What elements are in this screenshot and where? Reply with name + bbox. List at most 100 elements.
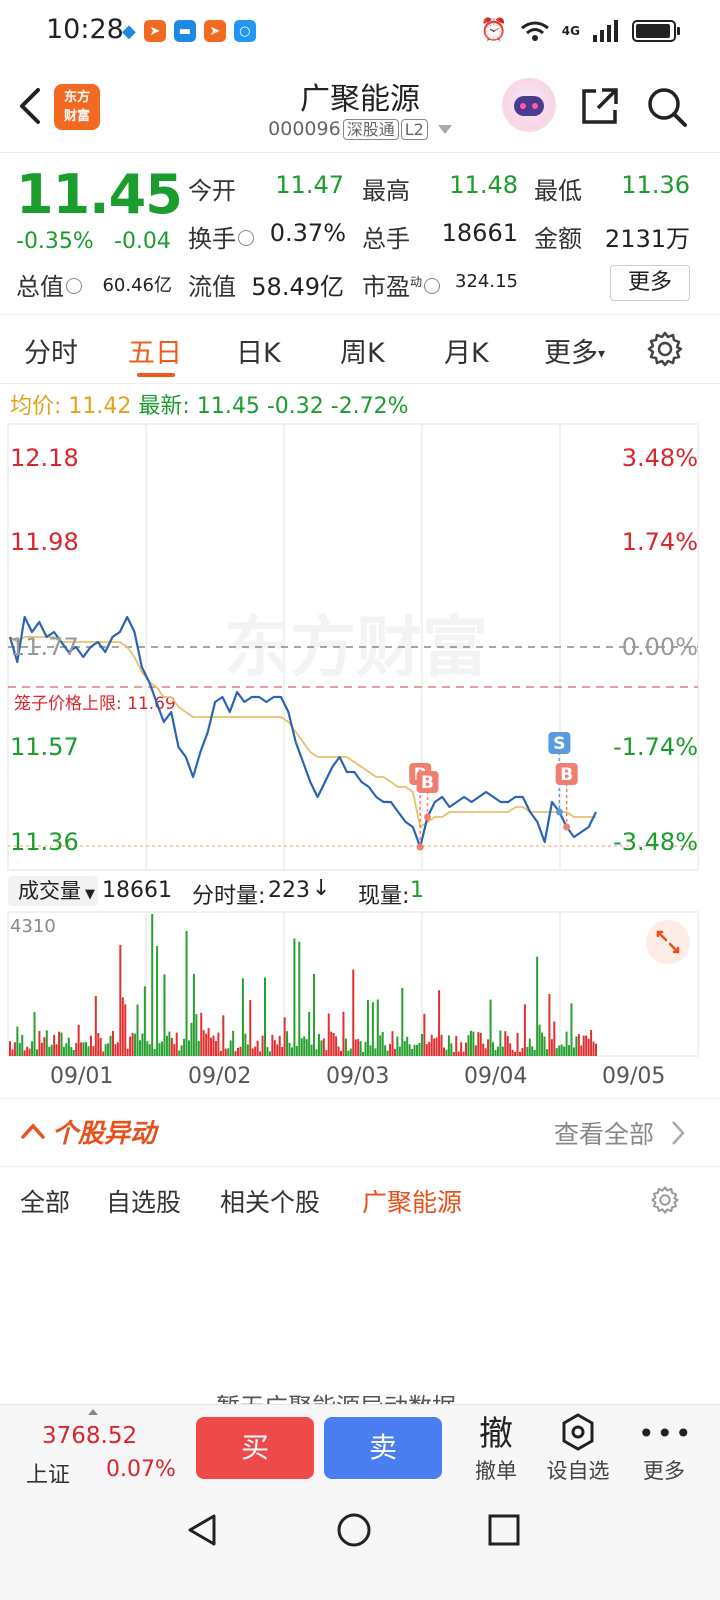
volume-max-label: 4310 <box>10 916 56 937</box>
tab-more[interactable]: 更多▾ <box>544 331 605 370</box>
pe-value: 324.15 <box>455 271 518 292</box>
info-icon <box>238 230 254 246</box>
buy-marker-label: B <box>560 765 573 785</box>
status-bar: 10:28 ◆ ➤ ▬ ➤ ○ ⏰ 4G <box>0 0 720 64</box>
system-navigation-bar <box>0 1494 720 1600</box>
sell-button[interactable]: 卖 <box>324 1417 442 1479</box>
cancel-order-label: 撤单 <box>475 1459 517 1483</box>
nav-recents-icon[interactable] <box>486 1512 522 1548</box>
index-value[interactable]: 3768.52 <box>42 1423 137 1449</box>
tab-weekly-k[interactable]: 周K <box>340 331 385 370</box>
sub-tab-related[interactable]: 相关个股 <box>220 1183 320 1219</box>
y-axis-percent-label: 3.48% <box>622 444 698 472</box>
high-label: 最高 <box>362 177 410 205</box>
date-label: 09/03 <box>326 1064 390 1089</box>
current-price: 11.45 <box>16 163 183 226</box>
chevron-right-icon[interactable] <box>670 1119 686 1147</box>
index-name[interactable]: 上证 <box>26 1457 70 1489</box>
pe-label[interactable]: 市盈动 <box>362 267 441 302</box>
signal-icon <box>593 19 618 42</box>
alarm-icon: ⏰ <box>480 18 508 43</box>
connect-tag: 深股通 <box>342 119 399 140</box>
marker-dot <box>424 813 432 821</box>
trading-bar: 3768.52 上证 0.07% 买 卖 撤 撤单 设自选 ••• 更多 <box>0 1404 720 1494</box>
more-quote-button[interactable]: 更多 <box>610 265 690 301</box>
date-label: 09/05 <box>602 1064 666 1089</box>
date-axis: 09/01 09/02 09/03 09/04 09/05 <box>0 1062 720 1098</box>
add-watchlist-button[interactable]: 设自选 <box>542 1413 614 1485</box>
network-type-label: 4G <box>561 23 580 38</box>
chart-tabs: 分时 五日 日K 周K 月K 更多▾ <box>0 314 720 384</box>
search-app-icon: ○ <box>233 20 256 42</box>
volume-selector[interactable]: 成交量 ▼ <box>8 876 98 906</box>
view-all-link[interactable]: 查看全部 <box>554 1115 654 1151</box>
cancel-icon-glyph: 撤 <box>479 1414 513 1454</box>
section-title: 个股异动 <box>52 1119 157 1149</box>
avg-price-label: 均价: <box>10 394 62 419</box>
index-expand-icon[interactable] <box>88 1409 98 1415</box>
share-icon[interactable] <box>580 86 620 126</box>
notification-app-icon: ➤ <box>143 20 166 42</box>
float-cap-label: 流值 <box>188 273 236 301</box>
anomaly-filter-tabs: 全部 自选股 相关个股 广聚能源 <box>0 1166 720 1232</box>
chart-settings-gear-icon[interactable] <box>646 330 684 368</box>
search-icon[interactable] <box>646 86 688 128</box>
tick-volume-label: 分时量: <box>192 884 266 909</box>
more-dots-icon: ••• <box>638 1417 694 1450</box>
ai-assistant-icon[interactable] <box>502 78 556 132</box>
sub-tab-all[interactable]: 全部 <box>20 1183 70 1219</box>
y-axis-tick-label: 11.98 <box>10 528 79 556</box>
index-percent: 0.07% <box>106 1457 176 1482</box>
more-actions-label: 更多 <box>643 1459 685 1483</box>
status-time: 10:28 <box>46 14 124 45</box>
tab-monthly-k[interactable]: 月K <box>444 331 489 370</box>
nav-home-icon[interactable] <box>336 1512 372 1548</box>
avg-price-value: 11.42 <box>68 394 132 419</box>
cancel-order-button[interactable]: 撤 撤单 <box>468 1413 524 1485</box>
battery-icon <box>632 19 680 42</box>
buy-button[interactable]: 买 <box>196 1417 314 1479</box>
notification-icons: ◆ ➤ ▬ ➤ ○ <box>122 20 256 42</box>
tab-daily-k[interactable]: 日K <box>236 331 281 370</box>
message-app-icon: ▬ <box>173 20 196 42</box>
open-value: 11.47 <box>275 171 344 199</box>
sub-tab-current-stock[interactable]: 广聚能源 <box>362 1183 462 1219</box>
y-axis-tick-label: 11.36 <box>10 828 79 856</box>
stock-code: 000096 <box>268 118 341 140</box>
chevron-up-icon[interactable] <box>20 1121 46 1141</box>
y-axis-percent-label: -3.48% <box>613 828 698 856</box>
dropdown-triangle-icon[interactable] <box>437 125 452 134</box>
low-value: 11.36 <box>621 171 690 199</box>
expand-button-bg <box>646 920 690 964</box>
dropdown-triangle-icon: ▼ <box>85 887 95 902</box>
market-cap-value: 60.46亿 <box>102 275 172 296</box>
dropdown-triangle-icon: ▾ <box>598 346 606 362</box>
system-icons: ⏰ 4G <box>480 18 680 43</box>
tab-intraday[interactable]: 分时 <box>24 331 78 370</box>
marker-dot <box>555 808 563 816</box>
cage-limit-label: 笼子价格上限: 11.69 <box>14 694 176 714</box>
date-label: 09/01 <box>50 1064 114 1089</box>
pe-type: 动 <box>410 275 423 289</box>
price-chart[interactable]: 东方财富笼子价格上限: 11.69 12.18 3.48% 11.98 1.74% 11.… <box>0 422 720 872</box>
tab-five-day[interactable]: 五日 <box>128 331 182 370</box>
float-cap-value: 58.49亿 <box>251 273 344 301</box>
latest-change: -0.32 <box>266 394 324 419</box>
volume-chart[interactable]: 4310 <box>0 910 720 1060</box>
open-label: 今开 <box>188 177 236 205</box>
wifi-icon <box>520 21 549 41</box>
filter-settings-gear-icon[interactable] <box>650 1185 680 1215</box>
marker-dot <box>563 823 571 831</box>
market-cap-label[interactable]: 总值 <box>16 267 82 302</box>
y-axis-percent-label: -1.74% <box>613 733 698 761</box>
info-icon <box>424 278 441 294</box>
high-value: 11.48 <box>449 171 518 199</box>
y-axis-tick-label: 11.57 <box>10 733 79 761</box>
more-actions-button[interactable]: ••• 更多 <box>638 1413 694 1485</box>
sub-tab-watchlist[interactable]: 自选股 <box>106 1183 181 1219</box>
latest-value: 11.45 <box>196 394 260 419</box>
nav-back-icon[interactable] <box>184 1512 220 1548</box>
sell-marker-label: S <box>553 734 565 754</box>
turnover-label[interactable]: 换手 <box>188 219 254 254</box>
shield-icon: ◆ <box>122 20 136 42</box>
